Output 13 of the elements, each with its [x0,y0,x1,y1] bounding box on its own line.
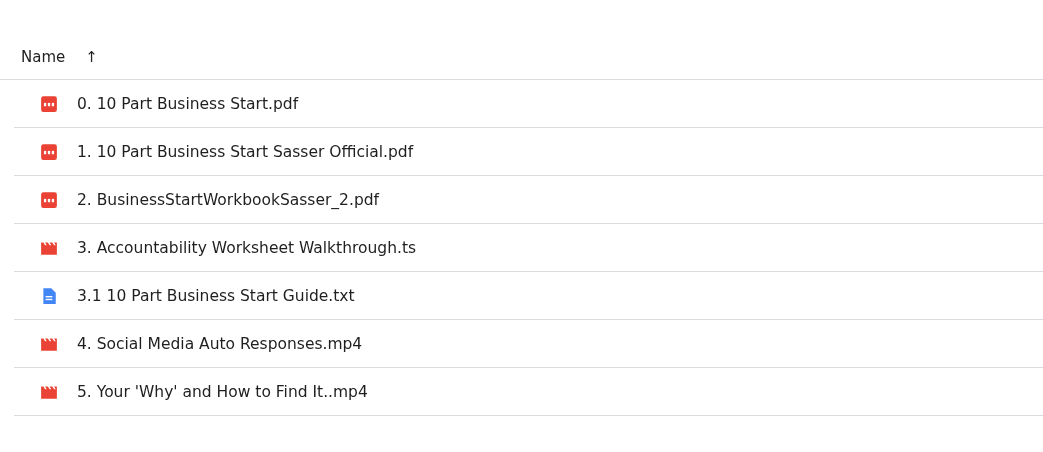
sort-arrow[interactable]: ↑ [85,48,98,66]
file-name[interactable]: 0. 10 Part Business Start.pdf [77,94,299,113]
pdf-file-icon [40,190,58,209]
file-name[interactable]: 3. Accountability Worksheet Walkthrough.ts [77,238,417,257]
pdf-file-icon [40,142,58,161]
file-name[interactable]: 3.1 10 Part Business Start Guide.txt [77,286,355,305]
file-name[interactable]: 5. Your 'Why' and How to Find It..mp4 [77,382,368,401]
column-header[interactable]: Name [21,48,66,66]
file-name[interactable]: 1. 10 Part Business Start Sasser Official.pdf [77,142,414,161]
file-name[interactable]: 2. BusinessStartWorkbookSasser_2.pdf [77,190,380,209]
pdf-file-icon [40,94,58,113]
document-icon [40,286,58,305]
file-name[interactable]: 4. Social Media Auto Responses.mp4 [77,334,363,353]
